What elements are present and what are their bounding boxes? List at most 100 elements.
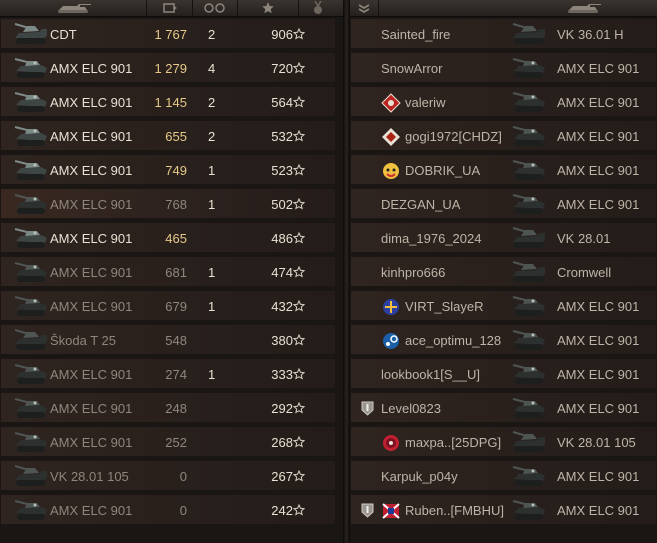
score-value: 380 <box>271 333 293 348</box>
damage-value: 252 <box>165 435 187 450</box>
rank-shield-icon <box>361 503 374 518</box>
left-player-row[interactable]: AMX ELC 901 1 279 4 720 <box>0 52 336 83</box>
rank-column-header[interactable] <box>350 0 379 16</box>
cromwell-tank-icon <box>512 261 545 282</box>
right-player-row[interactable]: dima_1976_2024 VK 28.01 <box>350 222 657 253</box>
star-icon <box>293 232 305 244</box>
player-tank-column-header[interactable] <box>379 0 657 16</box>
tank-name: VK 28.01 <box>557 231 611 246</box>
damage-column-header[interactable] <box>147 0 193 16</box>
left-player-row[interactable]: AMX ELC 901 252 268 <box>0 426 336 457</box>
left-team-header <box>0 0 343 17</box>
tank-column-header[interactable] <box>0 0 147 16</box>
amx-elc-tank-icon <box>512 194 545 214</box>
tank-name: Škoda T 25 <box>50 333 117 348</box>
star-icon <box>293 164 305 176</box>
red-target-clan-icon <box>383 435 399 451</box>
damage-value: 248 <box>165 401 187 416</box>
amx-elc-tank-icon <box>512 126 545 146</box>
star-icon <box>293 96 305 108</box>
right-player-row[interactable]: DOBRIK_UA AMX ELC 901 <box>350 154 657 185</box>
right-player-row[interactable]: Sainted_fire VK 36.01 H <box>350 18 657 49</box>
amx-elc-tank-icon <box>14 500 47 520</box>
left-player-row[interactable]: AMX ELC 901 679 1 432 <box>0 290 336 321</box>
tank-name: AMX ELC 901 <box>50 265 133 280</box>
tank-name: AMX ELC 901 <box>557 61 640 76</box>
damage-value: 655 <box>165 129 187 144</box>
amx-elc-tank-icon <box>14 92 47 112</box>
amx-elc-tank-icon <box>14 364 47 384</box>
damage-value: 679 <box>165 299 187 314</box>
left-player-row[interactable]: AMX ELC 901 681 1 474 <box>0 256 336 287</box>
player-name: Level0823 <box>381 401 441 416</box>
left-player-row[interactable]: VK 28.01 105 0 267 <box>0 460 336 491</box>
medal-column-header[interactable] <box>299 0 336 16</box>
player-name: lookbook1[S__U] <box>381 367 481 382</box>
player-name: dima_1976_2024 <box>381 231 482 246</box>
amx-elc-tank-icon <box>14 126 47 146</box>
right-player-row[interactable]: Level0823 AMX ELC 901 <box>350 392 657 423</box>
left-player-row[interactable]: AMX ELC 901 465 486 <box>0 222 336 253</box>
tank-name: AMX ELC 901 <box>557 129 640 144</box>
left-player-row[interactable]: Škoda T 25 548 380 <box>0 324 336 355</box>
damage-value: 749 <box>165 163 187 178</box>
amx-elc-tank-icon <box>14 262 47 282</box>
tank-name: AMX ELC 901 <box>50 367 133 382</box>
right-player-row[interactable]: maxpa..[25DPG] VK 28.01 105 <box>350 426 657 457</box>
left-player-row[interactable]: AMX ELC 901 655 2 532 <box>0 120 336 151</box>
kills-column-header[interactable] <box>193 0 238 16</box>
left-player-row[interactable]: AMX ELC 901 0 242 <box>0 494 336 525</box>
player-name: SnowArror <box>381 61 443 76</box>
amx-elc-tank-icon <box>14 296 47 316</box>
score-value: 268 <box>271 435 293 450</box>
amx-elc-tank-icon <box>512 398 545 418</box>
left-player-row[interactable]: AMX ELC 901 749 1 523 <box>0 154 336 185</box>
left-player-row[interactable]: AMX ELC 901 274 1 333 <box>0 358 336 389</box>
score-value: 523 <box>271 163 293 178</box>
amx-elc-tank-icon <box>14 58 47 78</box>
player-name: DEZGAN_UA <box>381 197 461 212</box>
left-player-row[interactable]: CDT 1 767 2 906 <box>0 18 336 49</box>
right-player-row[interactable]: DEZGAN_UA AMX ELC 901 <box>350 188 657 219</box>
player-name: Karpuk_p04y <box>381 469 458 484</box>
tank-name: AMX ELC 901 <box>50 401 133 416</box>
amx-elc-tank-icon <box>512 466 545 486</box>
tank-name: AMX ELC 901 <box>557 401 640 416</box>
skoda-t25-tank-icon <box>14 329 47 350</box>
damage-value: 681 <box>165 265 187 280</box>
team-divider <box>343 0 350 543</box>
amx-elc-tank-icon <box>512 500 545 520</box>
player-name: ace_optimu_128 <box>405 333 502 348</box>
tank-name: AMX ELC 901 <box>557 197 640 212</box>
star-icon <box>293 334 305 346</box>
tank-name: AMX ELC 901 <box>50 503 133 518</box>
score-value: 486 <box>271 231 293 246</box>
right-player-row[interactable]: Karpuk_p04y AMX ELC 901 <box>350 460 657 491</box>
score-star-header-icon <box>262 2 274 14</box>
cdt-tank-icon <box>14 23 47 44</box>
rank-header-icon <box>358 4 370 14</box>
vk2801-tank-icon <box>512 227 545 248</box>
kills-value: 1 <box>208 299 216 314</box>
score-column-header[interactable] <box>238 0 299 16</box>
right-player-row[interactable]: ace_optimu_128 AMX ELC 901 <box>350 324 657 355</box>
tank-name: AMX ELC 901 <box>50 197 133 212</box>
right-player-row[interactable]: kinhpro666 Cromwell <box>350 256 657 287</box>
left-player-row[interactable]: AMX ELC 901 768 1 502 <box>0 188 336 219</box>
score-value: 333 <box>271 367 293 382</box>
left-player-row[interactable]: AMX ELC 901 248 292 <box>0 392 336 423</box>
right-player-row[interactable]: VIRT_SlayeR AMX ELC 901 <box>350 290 657 321</box>
tank-name: VK 28.01 105 <box>557 435 636 450</box>
score-value: 432 <box>271 299 293 314</box>
star-icon <box>293 300 305 312</box>
right-player-row[interactable]: Ruben..[FMBHU] AMX ELC 901 <box>350 494 657 525</box>
mascot-clan-icon <box>383 163 399 179</box>
amx-elc-tank-icon <box>14 194 47 214</box>
right-player-row[interactable]: gogi1972[CHDZ] AMX ELC 901 <box>350 120 657 151</box>
right-player-row[interactable]: valeriw AMX ELC 901 <box>350 86 657 117</box>
steam-clan-icon <box>383 333 399 349</box>
right-player-row[interactable]: SnowArror AMX ELC 901 <box>350 52 657 83</box>
right-player-row[interactable]: lookbook1[S__U] AMX ELC 901 <box>350 358 657 389</box>
left-player-row[interactable]: AMX ELC 901 1 145 2 564 <box>0 86 336 117</box>
damage-value: 548 <box>165 333 187 348</box>
